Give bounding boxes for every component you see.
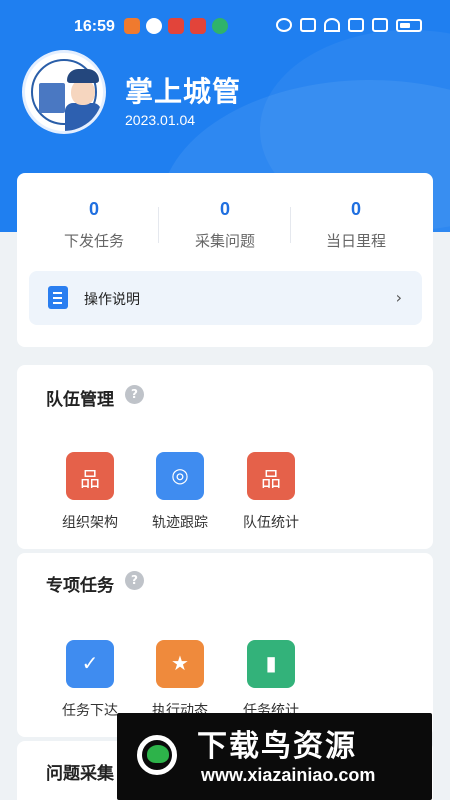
- notification-icons: [124, 18, 228, 34]
- stat-value: 0: [88, 199, 99, 219]
- guide-label: 操作说明: [84, 292, 140, 308]
- tile-task-statistics[interactable]: ▮ 任务统计: [226, 640, 316, 720]
- org-glyph: 品: [80, 467, 100, 491]
- status-bar: 16:59: [0, 0, 450, 54]
- team-management-card: 队伍管理 ? 品 组织架构 ◎ 轨迹跟踪 品 队伍统计: [17, 365, 433, 549]
- bar-chart-glyph: ▮: [265, 651, 277, 675]
- logo-tower-icon: [39, 83, 65, 113]
- hierarchy-icon: 品: [247, 452, 295, 500]
- operation-guide-button[interactable]: 操作说明 ›: [29, 271, 422, 325]
- battery-icon: [396, 18, 422, 32]
- system-status-icons: [276, 18, 422, 32]
- stat-label: 下发任务: [63, 232, 124, 250]
- target-glyph: ◎: [171, 463, 189, 487]
- stats-card: 0 下发任务 0 采集问题 0 当日里程 操作说明 ›: [17, 173, 433, 347]
- signal-icon: [372, 18, 388, 32]
- current-date: 2023.01.04: [125, 112, 196, 128]
- tile-label: 组织架构: [62, 515, 118, 531]
- stat-issued-tasks[interactable]: 0 下发任务: [34, 199, 154, 251]
- star-glyph: ★: [171, 651, 189, 675]
- help-icon[interactable]: ?: [125, 385, 144, 404]
- wifi-icon: [324, 18, 340, 32]
- vibrate-icon: [300, 18, 316, 32]
- divider: [290, 207, 291, 243]
- bar-chart-icon: ▮: [247, 640, 295, 688]
- tile-track-tracking[interactable]: ◎ 轨迹跟踪: [135, 452, 225, 532]
- section-title-issue: 问题采集: [46, 764, 114, 784]
- watermark-banner: 下载鸟资源 www.xiazainiao.com: [117, 713, 432, 800]
- stat-value: 0: [350, 199, 361, 219]
- officer-body-icon: [65, 103, 101, 131]
- help-icon[interactable]: ?: [125, 571, 144, 590]
- watermark-url: www.xiazainiao.com: [201, 765, 376, 785]
- tile-label: 队伍统计: [243, 515, 299, 531]
- stat-label: 采集问题: [194, 232, 255, 250]
- app-notification-icon: [168, 18, 184, 34]
- target-icon: ◎: [156, 452, 204, 500]
- hd-icon: [348, 18, 364, 32]
- tile-task-dispatch[interactable]: ✓ 任务下达: [45, 640, 135, 720]
- stat-collected-issues[interactable]: 0 采集问题: [165, 199, 285, 251]
- tile-organization[interactable]: 品 组织架构: [45, 452, 135, 532]
- stat-daily-mileage[interactable]: 0 当日里程: [296, 199, 416, 251]
- hierarchy-glyph: 品: [261, 467, 281, 491]
- app-notification-icon: [124, 18, 140, 34]
- status-time: 16:59: [74, 18, 115, 35]
- officer-cap-icon: [67, 69, 99, 83]
- wechat-icon: [146, 18, 162, 34]
- special-tasks-card: 专项任务 ? ✓ 任务下达 ★ 执行动态 ▮ 任务统计: [17, 553, 433, 737]
- app-notification-icon: [212, 18, 228, 34]
- chevron-right-icon: ›: [395, 288, 402, 307]
- divider: [158, 207, 159, 243]
- document-icon: [48, 286, 68, 309]
- app-title: 掌上城管: [125, 75, 242, 108]
- bird-icon: [147, 745, 169, 763]
- app-logo: [22, 50, 106, 134]
- org-icon: 品: [66, 452, 114, 500]
- clipboard-check-icon: ✓: [66, 640, 114, 688]
- section-title-special: 专项任务: [46, 576, 114, 596]
- tile-label: 轨迹跟踪: [152, 515, 208, 531]
- stat-value: 0: [219, 199, 230, 219]
- app-notification-icon: [190, 18, 206, 34]
- watermark-title: 下载鸟资源: [197, 729, 357, 764]
- alarm-icon: [276, 18, 292, 32]
- stat-label: 当日里程: [325, 232, 386, 250]
- tile-execution-dynamics[interactable]: ★ 执行动态: [135, 640, 225, 720]
- star-icon: ★: [156, 640, 204, 688]
- tile-team-statistics[interactable]: 品 队伍统计: [226, 452, 316, 532]
- clipboard-glyph: ✓: [81, 651, 99, 675]
- watermark-bird-logo: [131, 727, 187, 785]
- section-title-team: 队伍管理: [46, 390, 114, 410]
